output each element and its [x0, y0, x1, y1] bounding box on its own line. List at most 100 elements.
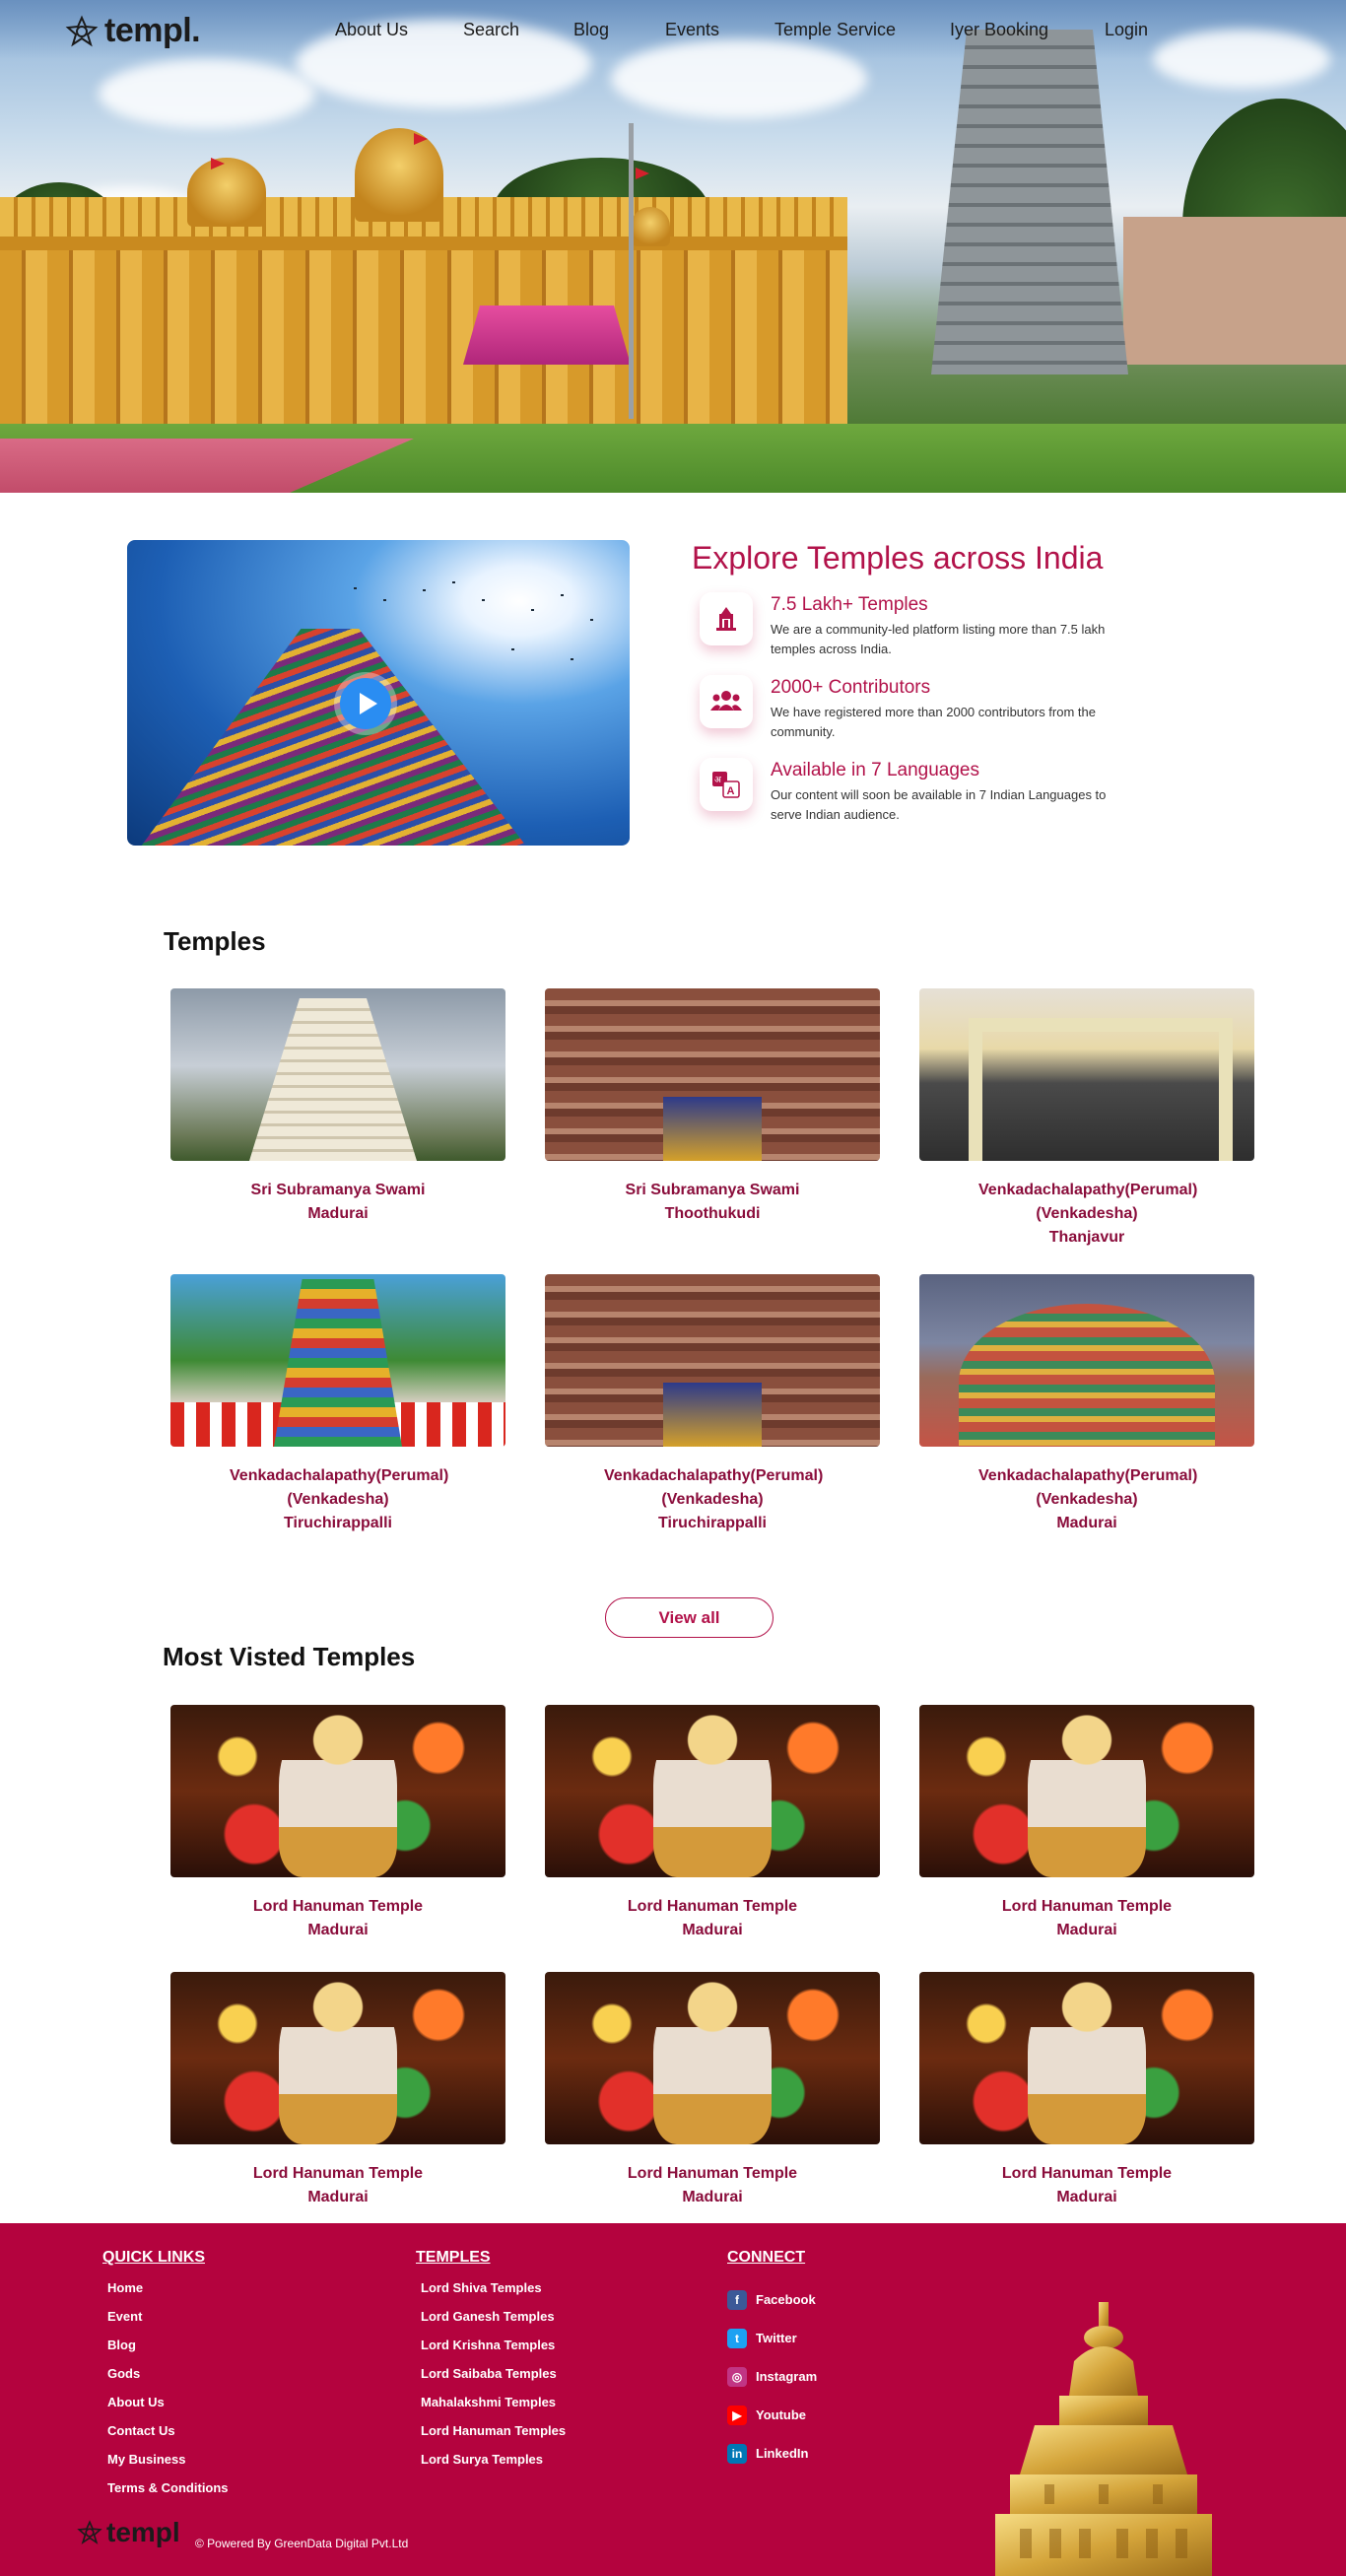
footer-quick-links-title: QUICK LINKS — [102, 2249, 205, 2266]
footer-logo[interactable]: templ — [77, 2517, 180, 2548]
feature-temples: 7.5 Lakh+ Temples We are a community-led… — [700, 592, 1113, 661]
footer-link-my-business[interactable]: My Business — [102, 2452, 229, 2480]
golden-temple-image — [995, 2302, 1212, 2576]
footer-link-hanuman[interactable]: Lord Hanuman Temples — [416, 2423, 566, 2452]
explore-title: Explore Temples across India — [692, 540, 1104, 576]
instagram-icon: ◎ — [727, 2366, 747, 2387]
most-visited-card[interactable]: Lord Hanuman Temple Madurai — [919, 1705, 1254, 1942]
footer-link-saibaba[interactable]: Lord Saibaba Temples — [416, 2366, 566, 2395]
social-label: LinkedIn — [756, 2446, 809, 2461]
temple-name: Venkadachalapathy(Perumal) (Venkadesha) — [978, 1182, 1198, 1222]
social-label: Twitter — [756, 2331, 797, 2345]
temple-card[interactable]: Sri Subramanya Swami Thoothukudi — [545, 988, 880, 1226]
footer-link-surya[interactable]: Lord Surya Temples — [416, 2452, 566, 2480]
footer-link-home[interactable]: Home — [102, 2280, 229, 2309]
nav-login[interactable]: Login — [1105, 20, 1148, 40]
nav-blog[interactable]: Blog — [573, 20, 609, 40]
facebook-icon: f — [727, 2289, 747, 2310]
footer-brand-name: templ — [106, 2517, 180, 2547]
view-all-button[interactable]: View all — [605, 1597, 774, 1638]
most-visited-card[interactable]: Lord Hanuman Temple Madurai — [545, 1705, 880, 1942]
footer-temples: TEMPLES Lord Shiva Temples Lord Ganesh T… — [416, 2249, 566, 2480]
temple-city: Madurai — [682, 2189, 743, 2205]
temple-card[interactable]: Venkadachalapathy(Perumal) (Venkadesha) … — [919, 988, 1254, 1250]
temple-name: Lord Hanuman Temple — [627, 1898, 798, 1915]
translate-icon: Aअ — [700, 758, 753, 811]
temple-name: Lord Hanuman Temple — [1001, 2165, 1173, 2182]
footer-link-gods[interactable]: Gods — [102, 2366, 229, 2395]
footer-link-terms[interactable]: Terms & Conditions — [102, 2480, 229, 2509]
footer-link-krishna[interactable]: Lord Krishna Temples — [416, 2338, 566, 2366]
svg-text:अ: अ — [714, 775, 722, 784]
social-linkedin[interactable]: in LinkedIn — [727, 2434, 817, 2473]
temple-image — [545, 1705, 880, 1877]
feature-desc: Our content will soon be available in 7 … — [771, 787, 1107, 822]
temple-city: Thoothukudi — [664, 1205, 761, 1222]
temple-image — [919, 1705, 1254, 1877]
temple-name: Venkadachalapathy(Perumal) (Venkadesha) — [978, 1467, 1198, 1508]
users-icon — [700, 675, 753, 728]
footer-link-event[interactable]: Event — [102, 2309, 229, 2338]
play-video-button[interactable] — [340, 678, 391, 729]
top-nav: templ. About Us Search Blog Events Templ… — [0, 0, 1346, 63]
temple-card[interactable]: Venkadachalapathy(Perumal) (Venkadesha) … — [919, 1274, 1254, 1535]
temple-city: Madurai — [1056, 1515, 1117, 1531]
temple-city: Madurai — [307, 2189, 369, 2205]
temple-card[interactable]: Venkadachalapathy(Perumal) (Venkadesha) … — [170, 1274, 505, 1535]
temple-name: Lord Hanuman Temple — [1001, 1898, 1173, 1915]
brand-name: templ. — [104, 12, 201, 49]
most-visited-card[interactable]: Lord Hanuman Temple Madurai — [545, 1972, 880, 2209]
nav-search[interactable]: Search — [463, 20, 519, 40]
temple-name: Sri Subramanya Swami — [250, 1182, 426, 1198]
feature-title: 2000+ Contributors — [771, 677, 931, 698]
gopuram-tower — [931, 30, 1128, 374]
temple-card[interactable]: Venkadachalapathy(Perumal) (Venkadesha) … — [545, 1274, 880, 1535]
temple-city: Tiruchirappalli — [284, 1515, 392, 1531]
most-visited-card[interactable]: Lord Hanuman Temple Madurai — [170, 1972, 505, 2209]
nav-about-us[interactable]: About Us — [335, 20, 408, 40]
temple-image — [170, 1274, 505, 1447]
temple-image — [545, 988, 880, 1161]
footer-link-contact-us[interactable]: Contact Us — [102, 2423, 229, 2452]
social-label: Youtube — [756, 2407, 807, 2422]
temple-image — [170, 1705, 505, 1877]
nav-iyer-booking[interactable]: Iyer Booking — [950, 20, 1048, 40]
temple-image — [545, 1274, 880, 1447]
nav-temple-service[interactable]: Temple Service — [774, 20, 896, 40]
footer-link-mahalakshmi[interactable]: Mahalakshmi Temples — [416, 2395, 566, 2423]
most-visited-card[interactable]: Lord Hanuman Temple Madurai — [919, 1972, 1254, 2209]
temple-name: Lord Hanuman Temple — [252, 2165, 424, 2182]
most-visited-section-title: Most Visted Temples — [163, 1642, 416, 1671]
social-twitter[interactable]: t Twitter — [727, 2319, 817, 2357]
feature-languages: Aअ Available in 7 Languages Our content … — [700, 758, 1113, 827]
temple-image — [919, 988, 1254, 1161]
temple-name: Lord Hanuman Temple — [252, 1898, 424, 1915]
footer-link-shiva[interactable]: Lord Shiva Temples — [416, 2280, 566, 2309]
footer-temples-title: TEMPLES — [416, 2249, 491, 2266]
temple-image — [919, 1972, 1254, 2144]
footer: QUICK LINKS Home Event Blog Gods About U… — [0, 2223, 1346, 2576]
social-instagram[interactable]: ◎ Instagram — [727, 2357, 817, 2396]
footer-quick-links: QUICK LINKS Home Event Blog Gods About U… — [102, 2249, 229, 2509]
footer-link-blog[interactable]: Blog — [102, 2338, 229, 2366]
temple-city: Madurai — [1056, 2189, 1117, 2205]
footer-link-ganesh[interactable]: Lord Ganesh Temples — [416, 2309, 566, 2338]
temple-city: Tiruchirappalli — [658, 1515, 767, 1531]
footer-connect-title: CONNECT — [727, 2249, 806, 2266]
nav-events[interactable]: Events — [665, 20, 719, 40]
temple-name: Sri Subramanya Swami — [625, 1182, 800, 1198]
social-youtube[interactable]: ▶ Youtube — [727, 2396, 817, 2434]
temple-image — [170, 988, 505, 1161]
temple-card[interactable]: Sri Subramanya Swami Madurai — [170, 988, 505, 1226]
footer-connect: CONNECT f Facebook t Twitter ◎ Instagram… — [727, 2249, 817, 2473]
most-visited-card[interactable]: Lord Hanuman Temple Madurai — [170, 1705, 505, 1942]
feature-contributors: 2000+ Contributors We have registered mo… — [700, 675, 1113, 744]
social-facebook[interactable]: f Facebook — [727, 2280, 817, 2319]
play-icon — [359, 693, 377, 714]
footer-link-about-us[interactable]: About Us — [102, 2395, 229, 2423]
svg-text:A: A — [727, 785, 735, 797]
linkedin-icon: in — [727, 2443, 747, 2464]
logo-mark-icon — [77, 2520, 102, 2544]
brand-logo[interactable]: templ. — [65, 12, 201, 50]
temple-city: Madurai — [307, 1205, 369, 1222]
